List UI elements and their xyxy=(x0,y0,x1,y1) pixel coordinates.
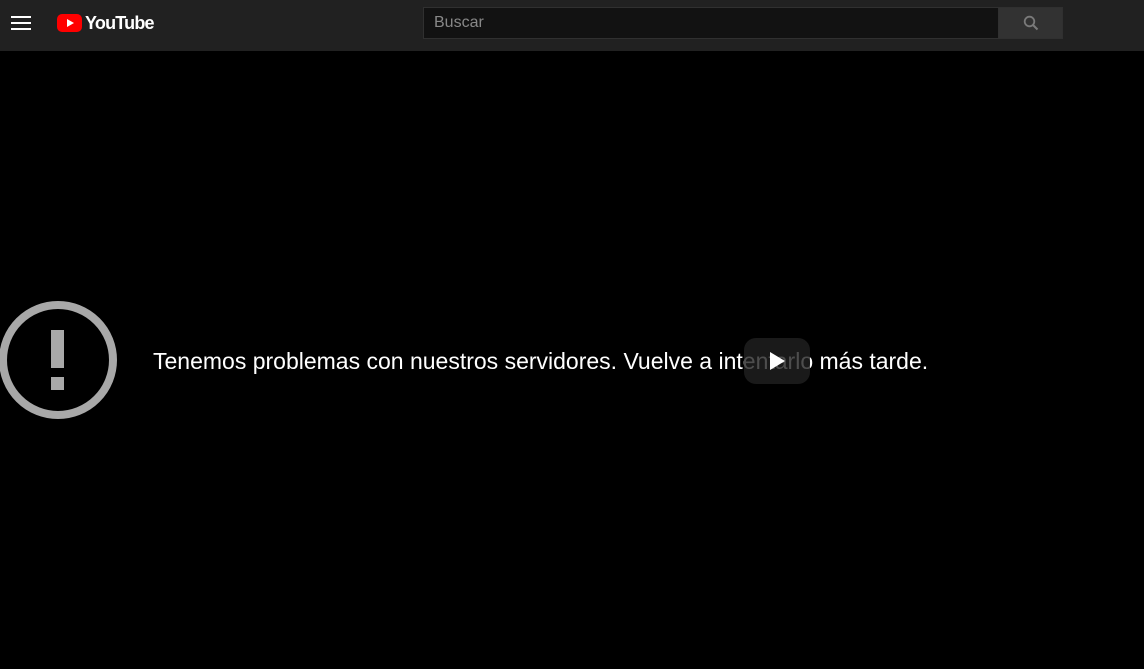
youtube-logo[interactable]: YouTube xyxy=(57,12,155,34)
menu-button[interactable] xyxy=(4,6,38,40)
error-message: Tenemos problemas con nuestros servidore… xyxy=(153,348,929,374)
play-icon xyxy=(770,352,785,370)
search-icon xyxy=(1023,15,1038,31)
search-input[interactable] xyxy=(423,7,999,39)
top-bar: YouTube xyxy=(0,0,1144,51)
video-player[interactable]: Tenemos problemas con nuestros servidore… xyxy=(0,51,1144,669)
youtube-logo-icon xyxy=(57,14,82,32)
error-exclamation-icon xyxy=(0,301,117,419)
play-button[interactable] xyxy=(744,338,810,384)
search-button[interactable] xyxy=(999,7,1063,39)
hamburger-menu-icon xyxy=(11,16,31,30)
search-box xyxy=(423,7,1063,39)
logo-text: YouTube xyxy=(85,13,155,33)
